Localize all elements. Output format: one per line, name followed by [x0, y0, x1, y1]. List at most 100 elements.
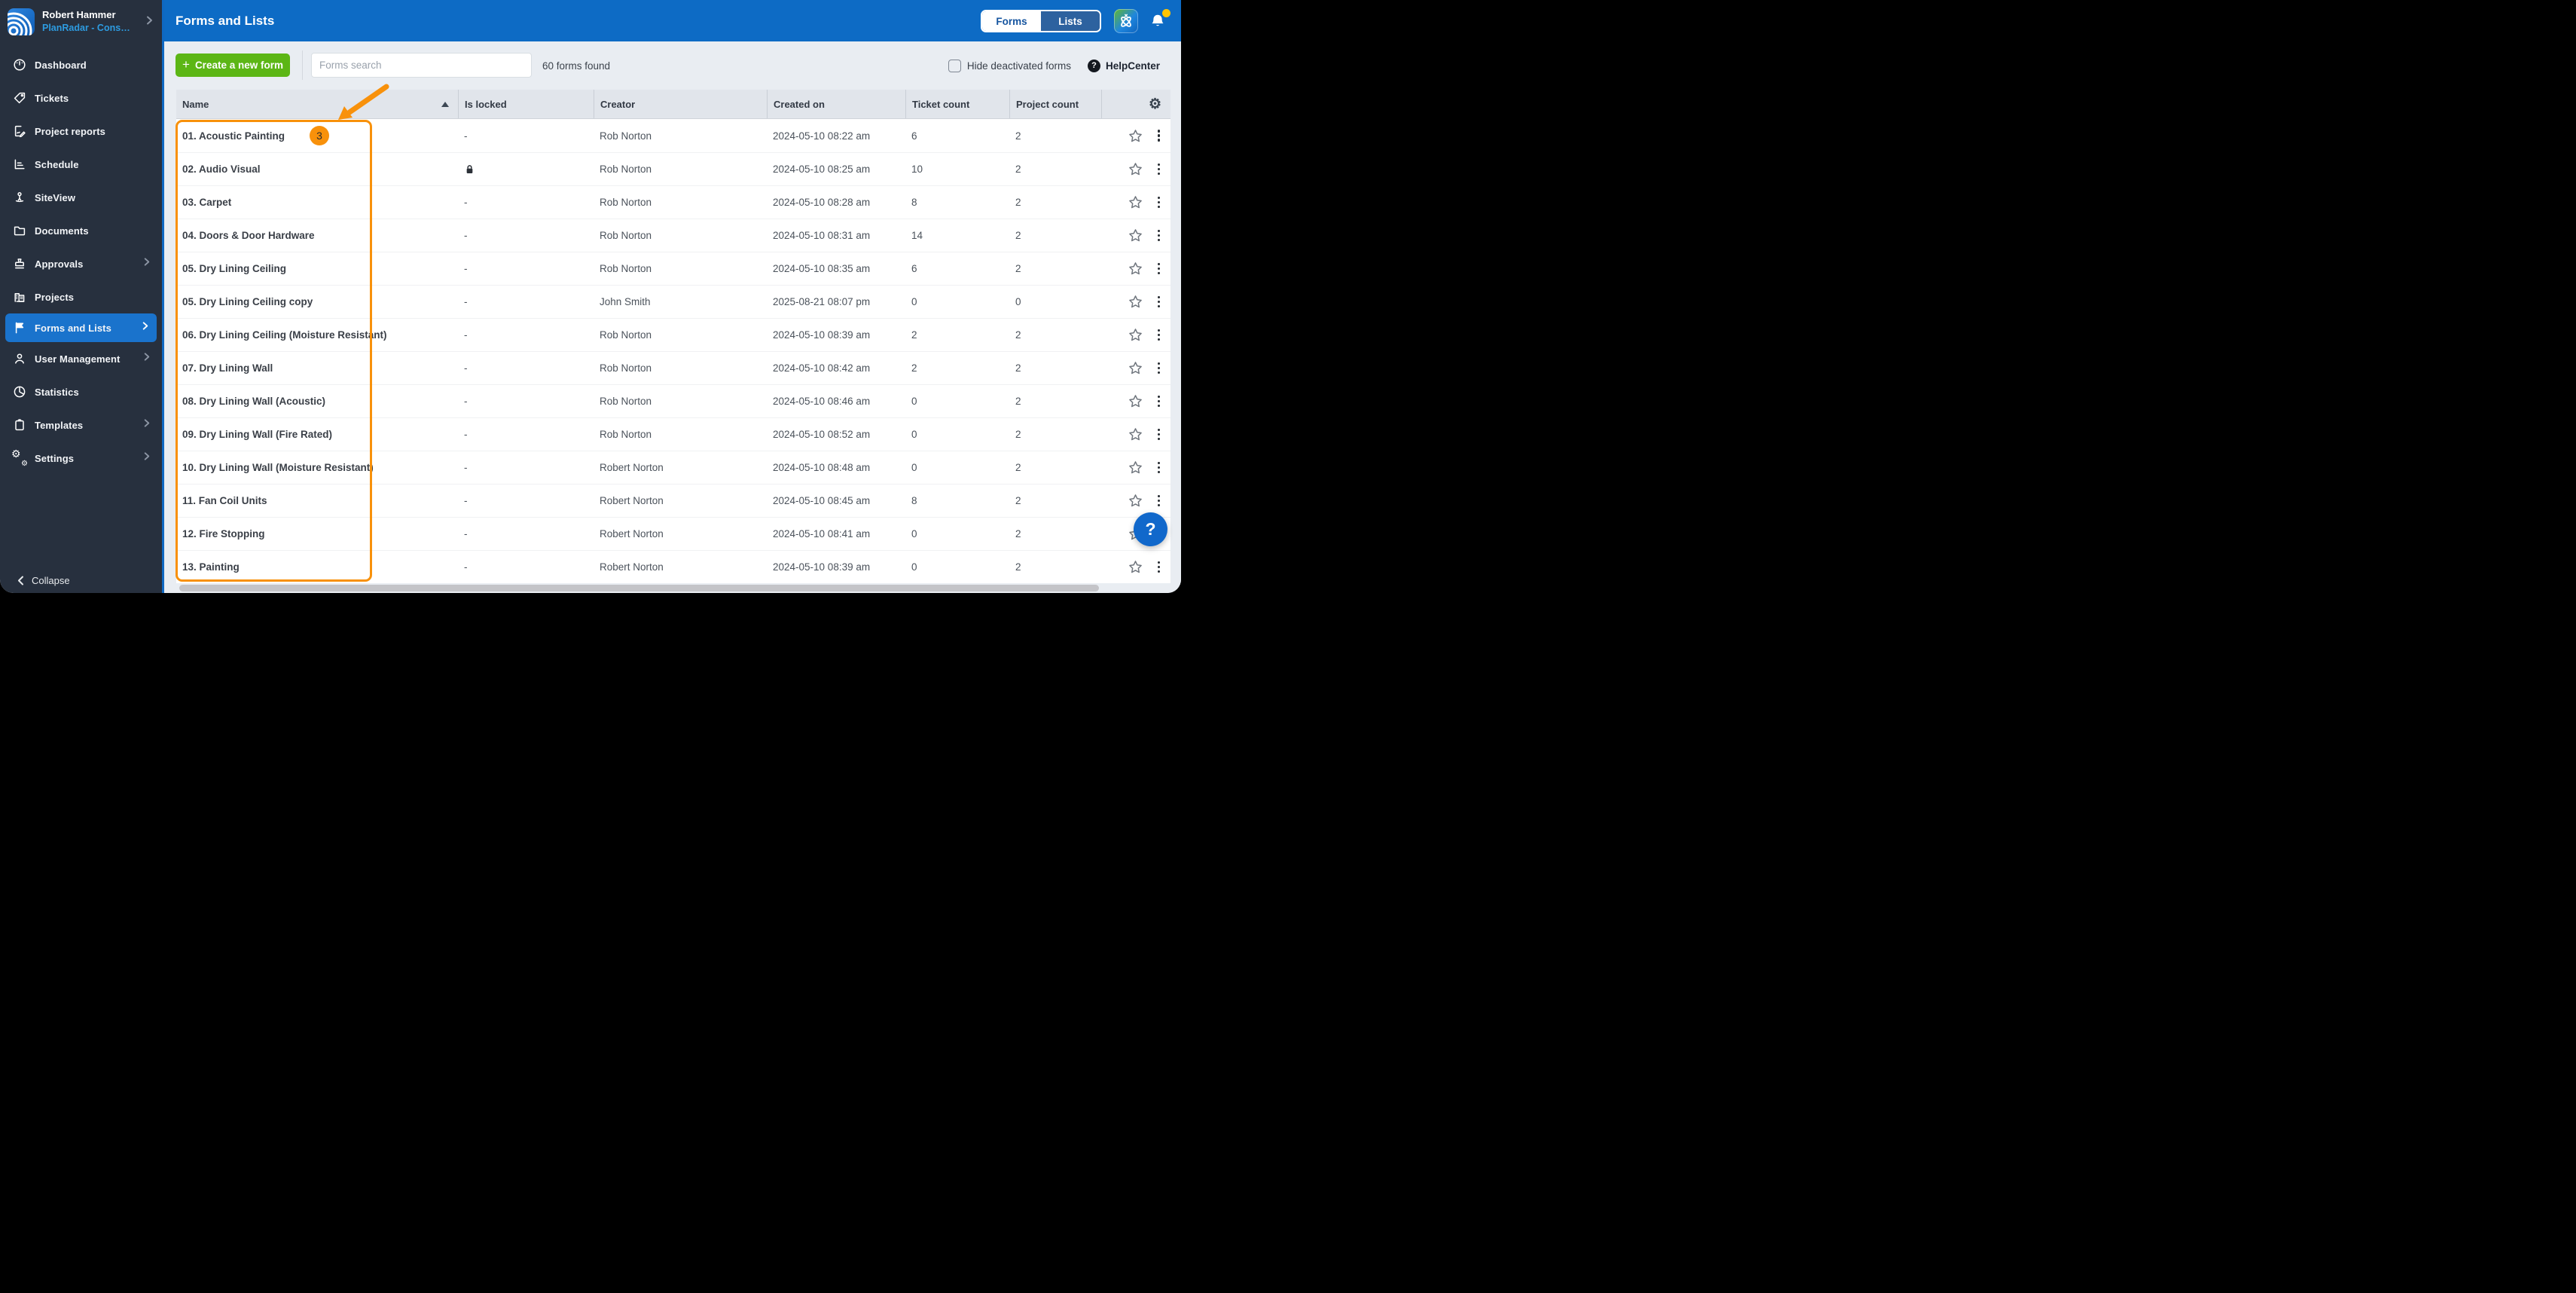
favorite-star-icon[interactable]: [1128, 129, 1143, 143]
sidebar-item-project-reports[interactable]: Project reports: [0, 115, 162, 148]
helpcenter-link[interactable]: ? HelpCenter: [1087, 59, 1160, 72]
chevron-right-icon: [142, 451, 151, 465]
page-title: Forms and Lists: [175, 13, 275, 28]
table-row[interactable]: 10. Dry Lining Wall (Moisture Resistant)…: [176, 451, 1170, 484]
results-count: 60 forms found: [542, 60, 611, 72]
tab-lists[interactable]: Lists: [1041, 11, 1100, 31]
col-header-name[interactable]: Name: [176, 90, 458, 118]
annotation-count-badge: 3: [310, 126, 329, 145]
sidebar-item-statistics[interactable]: Statistics: [0, 375, 162, 408]
favorite-star-icon[interactable]: [1128, 261, 1143, 276]
sidebar-item-settings[interactable]: ⚙ ⚙ Settings: [0, 442, 162, 475]
sidebar-item-tickets[interactable]: Tickets: [0, 81, 162, 115]
forms-table: Name Is locked Creator Created on Ticket…: [176, 90, 1170, 583]
row-menu-kebab-icon[interactable]: [1156, 228, 1162, 243]
favorite-star-icon[interactable]: [1128, 361, 1143, 375]
dashboard-icon: [13, 58, 26, 72]
row-menu-kebab-icon[interactable]: [1156, 162, 1162, 177]
col-header-ticket-count[interactable]: Ticket count: [905, 90, 1009, 118]
chevron-left-icon: [18, 576, 23, 585]
favorite-star-icon[interactable]: [1128, 394, 1143, 408]
row-menu-kebab-icon[interactable]: [1156, 560, 1162, 575]
tab-forms[interactable]: Forms: [982, 11, 1041, 31]
collapse-button[interactable]: Collapse: [17, 575, 70, 586]
help-fab-button[interactable]: ?: [1134, 512, 1167, 546]
notification-badge: [1162, 9, 1170, 17]
hide-deactivated-label: Hide deactivated forms: [966, 60, 1071, 72]
sidebar-item-dashboard[interactable]: Dashboard: [0, 48, 162, 81]
chevron-right-icon: [144, 15, 154, 29]
forms-search-input[interactable]: [311, 53, 532, 78]
account-name: PlanRadar - Construc...: [42, 23, 133, 34]
chevron-right-icon: [142, 352, 151, 365]
favorite-star-icon[interactable]: [1128, 162, 1143, 176]
row-menu-kebab-icon[interactable]: [1156, 427, 1162, 442]
row-menu-kebab-icon[interactable]: [1156, 460, 1162, 475]
col-header-is-locked[interactable]: Is locked: [458, 90, 594, 118]
table-row[interactable]: 09. Dry Lining Wall (Fire Rated) - Rob N…: [176, 417, 1170, 451]
hide-deactivated-checkbox[interactable]: [948, 59, 961, 72]
settings-icon: ⚙ ⚙: [11, 448, 28, 468]
user-name: Robert Hammer: [42, 9, 116, 21]
lock-icon: [458, 153, 594, 185]
table-row[interactable]: 01. Acoustic Painting 3 - Rob Norton 2024…: [176, 119, 1170, 152]
favorite-star-icon[interactable]: [1128, 328, 1143, 342]
sidebar-item-approvals[interactable]: Approvals: [0, 247, 162, 280]
favorite-star-icon[interactable]: [1128, 195, 1143, 209]
row-menu-kebab-icon[interactable]: [1156, 128, 1162, 143]
table-row[interactable]: 12. Fire Stopping - Robert Norton 2024-0…: [176, 517, 1170, 550]
statistics-icon: [13, 385, 26, 399]
column-settings-gear-icon[interactable]: ⚙: [1149, 97, 1161, 112]
table-row[interactable]: 08. Dry Lining Wall (Acoustic) - Rob Nor…: [176, 384, 1170, 417]
col-header-creator[interactable]: Creator: [594, 90, 767, 118]
row-menu-kebab-icon[interactable]: [1156, 494, 1162, 509]
table-row[interactable]: 07. Dry Lining Wall - Rob Norton 2024-05…: [176, 351, 1170, 384]
sidebar-item-forms-and-lists[interactable]: Forms and Lists: [5, 313, 157, 342]
notifications-button[interactable]: [1149, 9, 1170, 32]
favorite-star-icon[interactable]: [1128, 228, 1143, 243]
projects-icon: [13, 290, 26, 304]
planradar-logo: [8, 8, 35, 35]
favorite-star-icon[interactable]: [1128, 295, 1143, 309]
create-form-button[interactable]: + Create a new form: [175, 53, 290, 77]
table-row[interactable]: 11. Fan Coil Units - Robert Norton 2024-…: [176, 484, 1170, 517]
connect-icon[interactable]: [1114, 9, 1138, 33]
row-menu-kebab-icon[interactable]: [1156, 261, 1162, 277]
favorite-star-icon[interactable]: [1128, 460, 1143, 475]
row-menu-kebab-icon[interactable]: [1156, 295, 1162, 310]
sidebar-item-documents[interactable]: Documents: [0, 214, 162, 247]
account-switcher[interactable]: Robert Hammer PlanRadar - Construc...: [0, 0, 162, 44]
table-row[interactable]: 05. Dry Lining Ceiling copy - John Smith…: [176, 285, 1170, 318]
topbar: Forms and Lists Forms Lists: [164, 0, 1181, 41]
row-menu-kebab-icon[interactable]: [1156, 361, 1162, 376]
main-content: + Create a new form 60 forms found Hide …: [164, 41, 1181, 593]
row-menu-kebab-icon[interactable]: [1156, 394, 1162, 409]
col-header-project-count[interactable]: Project count: [1009, 90, 1101, 118]
row-menu-kebab-icon[interactable]: [1156, 328, 1162, 343]
plus-icon: +: [182, 57, 190, 72]
sidebar-item-schedule[interactable]: Schedule: [0, 148, 162, 181]
favorite-star-icon[interactable]: [1128, 494, 1143, 508]
sidebar-item-siteview[interactable]: SiteView: [0, 181, 162, 214]
sidebar-item-templates[interactable]: Templates: [0, 408, 162, 442]
horizontal-scrollbar[interactable]: [179, 585, 1099, 591]
chevron-right-icon: [140, 321, 150, 335]
table-row[interactable]: 13. Painting - Robert Norton 2024-05-10 …: [176, 550, 1170, 583]
table-body: 01. Acoustic Painting 3 - Rob Norton 2024…: [176, 119, 1170, 583]
table-row[interactable]: 02. Audio Visual Rob Norton 2024-05-10 0…: [176, 152, 1170, 185]
sidebar-item-user-management[interactable]: User Management: [0, 342, 162, 375]
table-row[interactable]: 04. Doors & Door Hardware - Rob Norton 2…: [176, 219, 1170, 252]
chevron-right-icon: [142, 418, 151, 432]
table-row[interactable]: 03. Carpet - Rob Norton 2024-05-10 08:28…: [176, 185, 1170, 219]
favorite-star-icon[interactable]: [1128, 560, 1143, 574]
sidebar-item-projects[interactable]: Projects: [0, 280, 162, 313]
sort-asc-icon: [441, 101, 449, 107]
chevron-right-icon: [142, 257, 151, 271]
templates-icon: [13, 418, 26, 432]
col-header-created-on[interactable]: Created on: [767, 90, 905, 118]
schedule-icon: [13, 157, 26, 171]
row-menu-kebab-icon[interactable]: [1156, 195, 1162, 210]
table-row[interactable]: 05. Dry Lining Ceiling - Rob Norton 2024…: [176, 252, 1170, 285]
favorite-star-icon[interactable]: [1128, 427, 1143, 442]
table-row[interactable]: 06. Dry Lining Ceiling (Moisture Resista…: [176, 318, 1170, 351]
